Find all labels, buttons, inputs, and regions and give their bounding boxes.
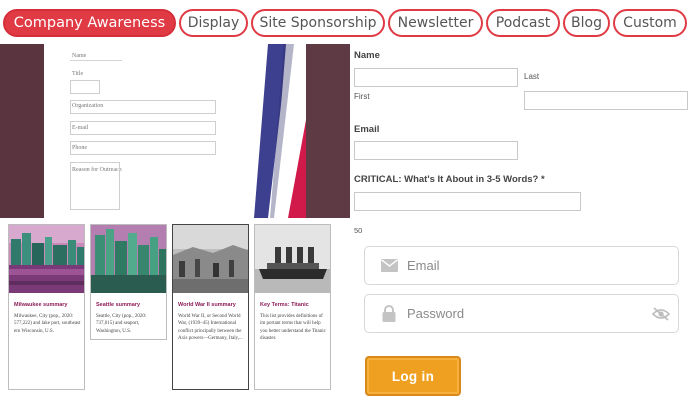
login-button[interactable]: Log in	[365, 356, 461, 396]
login-email-placeholder: Email	[407, 258, 440, 273]
mock-organization-input[interactable]	[70, 100, 216, 114]
card-title: Milwaukee summary	[14, 302, 68, 308]
tab-display[interactable]: Display	[179, 9, 248, 37]
first-name-input[interactable]	[354, 68, 518, 87]
card-title: Key Terms: Titanic	[260, 302, 309, 308]
tab-blog[interactable]: Blog	[563, 9, 610, 37]
email-label: Email	[354, 124, 380, 135]
campaign-type-tabs: Company Awareness Display Site Sponsorsh…	[3, 9, 687, 39]
mock-reason-textarea[interactable]	[70, 162, 120, 210]
tab-company-awareness[interactable]: Company Awareness	[3, 9, 176, 37]
tab-custom[interactable]: Custom	[613, 9, 687, 37]
world-war-ii-photo	[173, 225, 248, 293]
card-title: World War II summary	[178, 302, 236, 308]
mock-title-label: Title	[72, 71, 84, 77]
critical-label: CRITICAL: What's It About in 3-5 Words? …	[354, 174, 545, 185]
eye-slash-icon[interactable]	[644, 306, 678, 321]
lock-icon	[371, 305, 407, 322]
email-input[interactable]	[354, 141, 518, 160]
mock-name-label: Name	[72, 53, 87, 59]
tab-site-sponsorship[interactable]: Site Sponsorship	[251, 9, 385, 37]
name-label: Name	[354, 50, 380, 61]
seattle-skyline-image	[91, 225, 166, 293]
milwaukee-skyline-image	[9, 225, 84, 293]
card-summary: Seattle, City (pop., 2020: 737,015) and …	[96, 314, 147, 334]
titanic-ship-image	[255, 225, 330, 293]
tab-newsletter[interactable]: Newsletter	[388, 9, 483, 37]
card-seattle[interactable]: Seattle summary Seattle, City (pop., 202…	[90, 224, 167, 340]
card-milwaukee[interactable]: Milwaukee summary Milwaukee, City (pop.,…	[8, 224, 85, 390]
card-titanic[interactable]: Key Terms: Titanic This list provides de…	[254, 224, 331, 390]
card-summary: This list provides definitions of im por…	[260, 314, 326, 341]
login-password-placeholder: Password	[407, 306, 465, 321]
mock-title-input[interactable]	[70, 80, 100, 94]
critical-input[interactable]	[354, 192, 581, 211]
card-title: Seattle summary	[96, 302, 141, 308]
mock-contact-form: Name Title Organization E-mail Phone Rea…	[70, 44, 220, 218]
card-summary: Milwaukee, City (pop., 2020: 577,222) an…	[14, 314, 81, 334]
last-sublabel: Last	[524, 72, 540, 81]
decorative-banner	[254, 44, 350, 218]
mock-phone-input[interactable]	[70, 141, 216, 155]
card-world-war-ii[interactable]: World War II summary World War II, or Se…	[172, 224, 249, 390]
mock-email-input[interactable]	[70, 121, 216, 135]
card-summary: World War II, or Second World War, (1939…	[178, 314, 243, 341]
tab-podcast[interactable]: Podcast	[486, 9, 560, 37]
first-sublabel: First	[354, 92, 370, 101]
login-password-field[interactable]: Password	[364, 294, 679, 333]
char-count: 50	[354, 226, 363, 235]
mock-name-underline	[70, 60, 122, 61]
last-name-input[interactable]	[524, 91, 688, 110]
maroon-side-panel	[0, 44, 44, 218]
login-email-field[interactable]: Email	[364, 246, 679, 285]
envelope-icon	[371, 259, 407, 272]
